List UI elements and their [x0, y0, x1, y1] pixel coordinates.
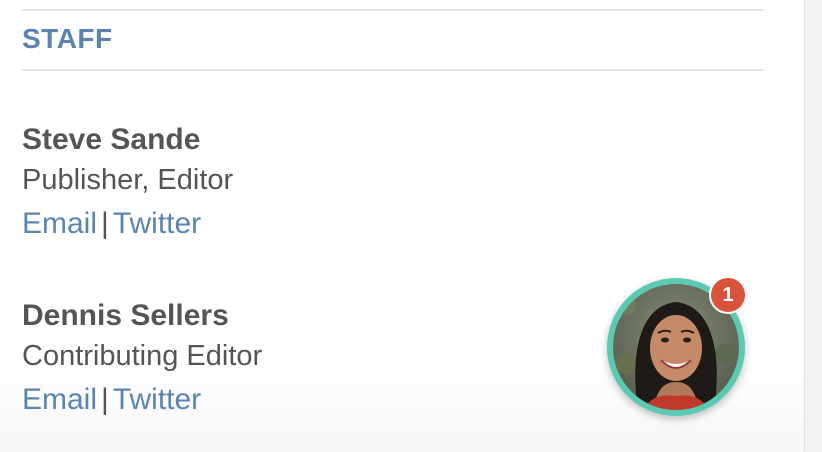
twitter-link[interactable]: Twitter — [113, 207, 201, 240]
staff-member-name: Steve Sande — [22, 123, 201, 156]
unread-count-badge: 1 — [709, 276, 747, 314]
staff-section-header: STAFF — [22, 9, 764, 71]
page: STAFF Steve Sande Publisher, Editor Emai… — [0, 0, 822, 452]
staff-member-steve-sande: Steve Sande Publisher, Editor Email | Twit… — [22, 122, 522, 242]
link-separator: | — [101, 207, 109, 240]
staff-member-name: Dennis Sellers — [22, 299, 229, 332]
staff-member-links: Email | Twitter — [22, 382, 522, 418]
twitter-link[interactable]: Twitter — [113, 383, 201, 416]
right-scroll-rail — [804, 0, 822, 452]
staff-member-role: Contributing Editor — [22, 340, 263, 372]
staff-member-links: Email | Twitter — [22, 206, 522, 242]
email-link[interactable]: Email — [22, 207, 97, 240]
staff-member-role: Publisher, Editor — [22, 164, 234, 196]
staff-heading: STAFF — [22, 23, 113, 54]
staff-member-dennis-sellers: Dennis Sellers Contributing Editor Email… — [22, 298, 522, 418]
email-link[interactable]: Email — [22, 383, 97, 416]
link-separator: | — [101, 383, 109, 416]
